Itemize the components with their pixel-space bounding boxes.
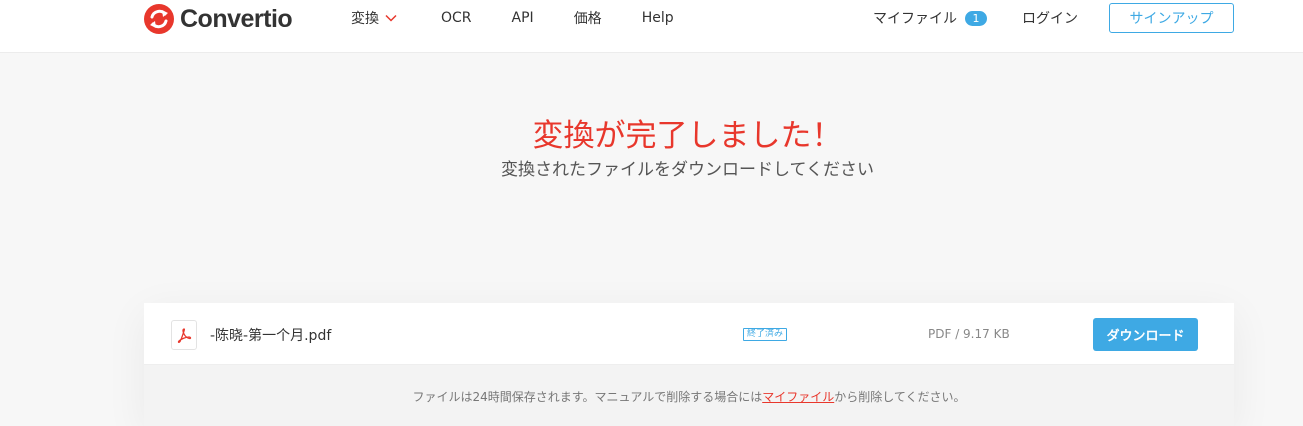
nav-price[interactable]: 価格 xyxy=(574,8,602,28)
file-row: -陈晓-第一个月.pdf 終了済み PDF / 9.17 KB ダウンロード xyxy=(144,303,1234,365)
file-card: -陈晓-第一个月.pdf 終了済み PDF / 9.17 KB ダウンロード フ… xyxy=(144,303,1234,426)
my-files-link[interactable]: マイファイル 1 xyxy=(873,8,987,28)
pdf-icon xyxy=(177,328,192,343)
file-name: -陈晓-第一个月.pdf xyxy=(210,328,332,344)
nav-api[interactable]: API xyxy=(512,10,534,26)
nav-help[interactable]: Help xyxy=(642,10,674,26)
main-nav: 変換 OCR API 価格 Help xyxy=(351,9,674,27)
signup-button[interactable]: サインアップ xyxy=(1109,3,1234,33)
nav-convert[interactable]: 変換 xyxy=(351,8,397,28)
nav-ocr[interactable]: OCR xyxy=(441,10,472,26)
page-subtitle: 変換されたファイルをダウンロードしてください xyxy=(501,160,874,180)
file-type-icon xyxy=(171,320,197,350)
file-size: PDF / 9.17 KB xyxy=(928,327,1010,341)
page-title: 変換が完了しました！ xyxy=(532,118,843,154)
note-text-after: から削除してください。 xyxy=(834,390,966,404)
note-my-files-link[interactable]: マイファイル xyxy=(762,390,834,404)
my-files-label: マイファイル xyxy=(873,11,957,27)
status-badge: 終了済み xyxy=(743,328,788,341)
note-text-before: ファイルは24時間保存されます。マニュアルで削除する場合には xyxy=(412,390,763,404)
retention-note: ファイルは24時間保存されます。マニュアルで削除する場合にはマイファイルから削除… xyxy=(144,365,1234,426)
download-button[interactable]: ダウンロード xyxy=(1093,318,1198,351)
login-link[interactable]: ログイン xyxy=(1022,8,1078,28)
my-files-count-badge: 1 xyxy=(965,10,987,26)
logo[interactable]: Convertio xyxy=(144,4,293,34)
logo-text: Convertio xyxy=(180,4,293,33)
chevron-down-icon xyxy=(385,14,397,22)
account-nav: マイファイル 1 ログイン サインアップ xyxy=(873,3,1234,33)
nav-convert-label: 変換 xyxy=(351,11,379,27)
top-header: Convertio 変換 OCR API 価格 Help マイファイル 1 ログ… xyxy=(0,0,1303,53)
convertio-logo-icon xyxy=(144,4,174,34)
